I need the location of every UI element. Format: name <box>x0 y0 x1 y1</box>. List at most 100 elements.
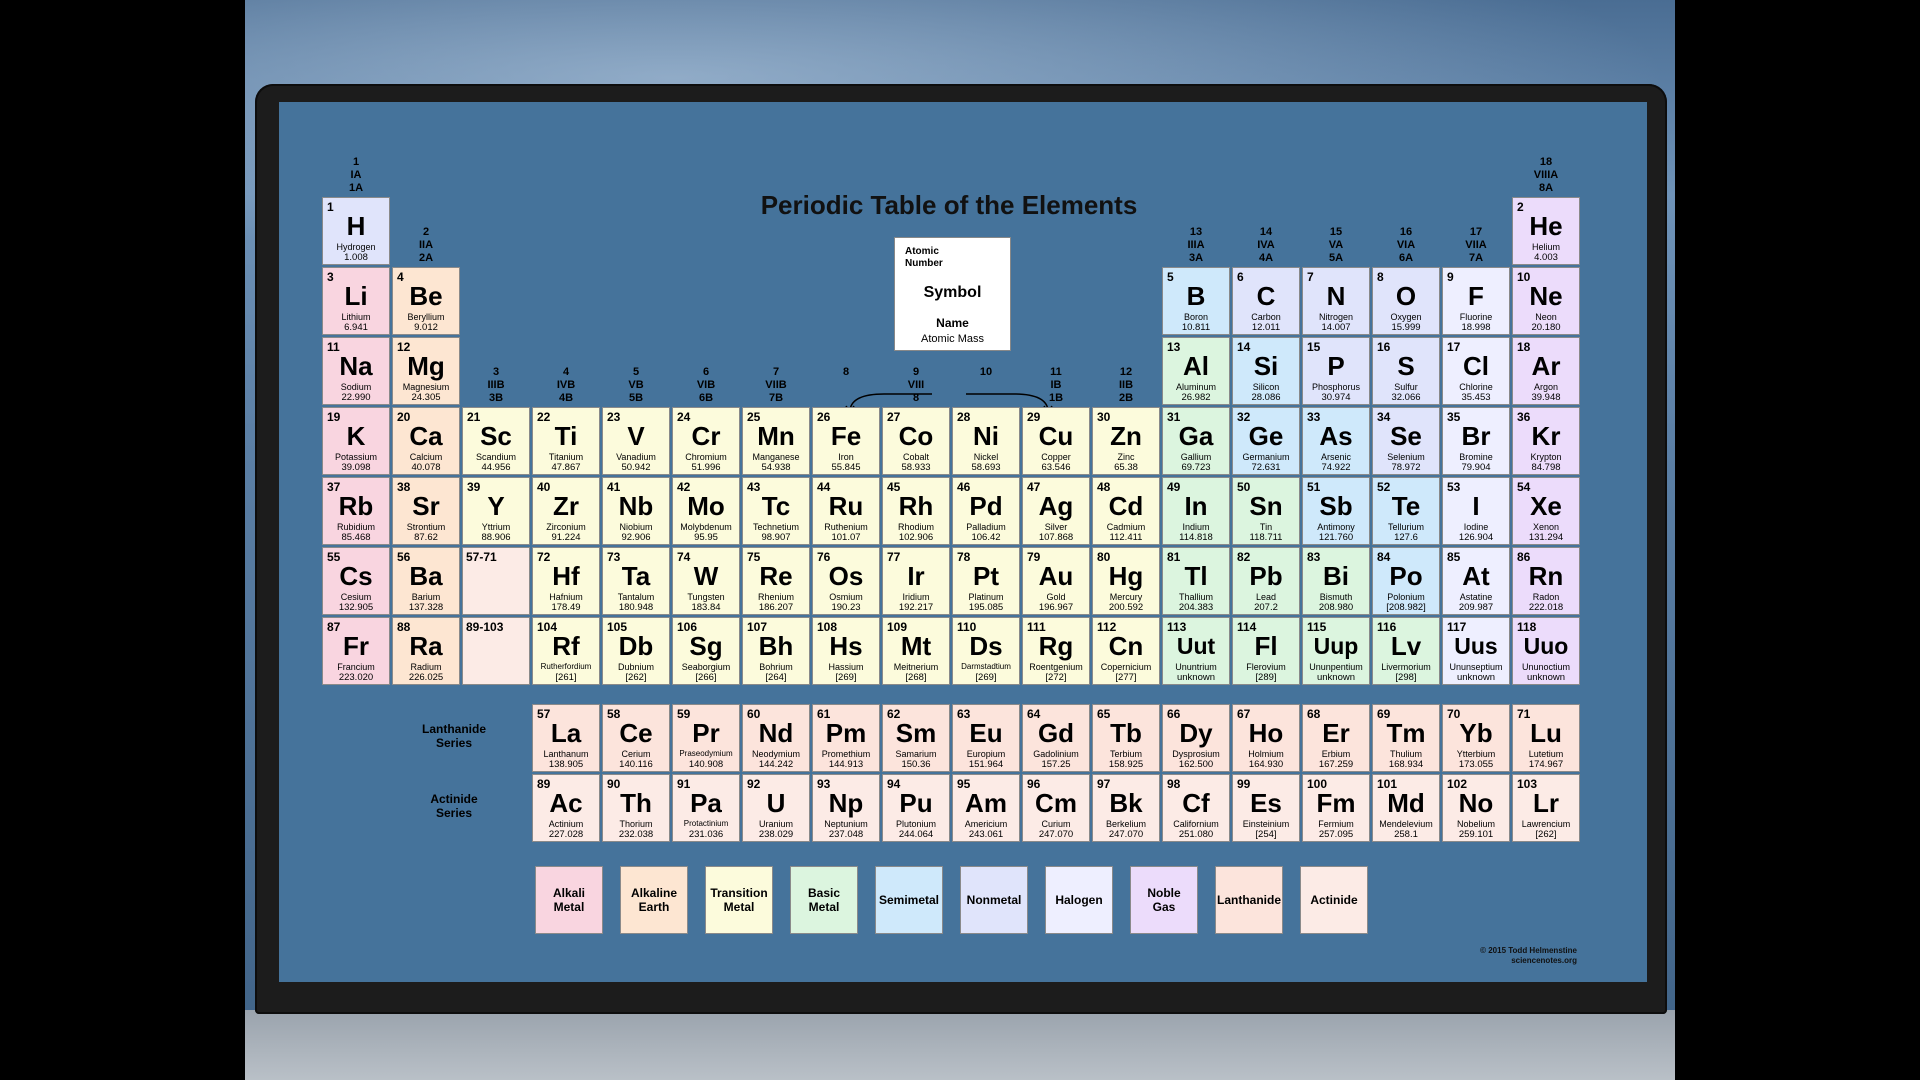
element-cell[interactable]: 37 Rb Rubidium 85.468 <box>322 477 390 545</box>
element-cell[interactable]: 76 Os Osmium 190.23 <box>812 547 880 615</box>
element-cell[interactable]: 86 Rn Radon 222.018 <box>1512 547 1580 615</box>
element-cell[interactable]: 70 Yb Ytterbium 173.055 <box>1442 704 1510 772</box>
element-cell[interactable]: 73 Ta Tantalum 180.948 <box>602 547 670 615</box>
element-cell[interactable]: 108 Hs Hassium [269] <box>812 617 880 685</box>
element-cell[interactable]: 63 Eu Europium 151.964 <box>952 704 1020 772</box>
element-cell[interactable]: 12 Mg Magnesium 24.305 <box>392 337 460 405</box>
element-cell[interactable]: 11 Na Sodium 22.990 <box>322 337 390 405</box>
element-cell[interactable]: 65 Tb Terbium 158.925 <box>1092 704 1160 772</box>
element-cell[interactable]: 72 Hf Hafnium 178.49 <box>532 547 600 615</box>
element-cell[interactable]: 80 Hg Mercury 200.592 <box>1092 547 1160 615</box>
element-cell[interactable]: 23 V Vanadium 50.942 <box>602 407 670 475</box>
element-cell[interactable]: 100 Fm Fermium 257.095 <box>1302 774 1370 842</box>
element-cell[interactable]: 20 Ca Calcium 40.078 <box>392 407 460 475</box>
element-cell[interactable]: 64 Gd Gadolinium 157.25 <box>1022 704 1090 772</box>
element-cell[interactable]: 98 Cf Californium 251.080 <box>1162 774 1230 842</box>
element-cell[interactable]: 82 Pb Lead 207.2 <box>1232 547 1300 615</box>
element-cell[interactable]: 109 Mt Meitnerium [268] <box>882 617 950 685</box>
element-cell[interactable]: 88 Ra Radium 226.025 <box>392 617 460 685</box>
element-cell[interactable]: 102 No Nobelium 259.101 <box>1442 774 1510 842</box>
element-cell[interactable]: 75 Re Rhenium 186.207 <box>742 547 810 615</box>
element-cell[interactable]: 46 Pd Palladium 106.42 <box>952 477 1020 545</box>
element-cell[interactable]: 26 Fe Iron 55.845 <box>812 407 880 475</box>
element-cell[interactable]: 78 Pt Platinum 195.085 <box>952 547 1020 615</box>
element-cell[interactable]: 35 Br Bromine 79.904 <box>1442 407 1510 475</box>
element-cell[interactable]: 118 Uuo Ununoctium unknown <box>1512 617 1580 685</box>
element-cell[interactable]: 41 Nb Niobium 92.906 <box>602 477 670 545</box>
element-cell[interactable]: 25 Mn Manganese 54.938 <box>742 407 810 475</box>
element-cell[interactable]: 106 Sg Seaborgium [266] <box>672 617 740 685</box>
element-cell[interactable]: 47 Ag Silver 107.868 <box>1022 477 1090 545</box>
element-cell[interactable]: 8 O Oxygen 15.999 <box>1372 267 1440 335</box>
element-cell[interactable]: 60 Nd Neodymium 144.242 <box>742 704 810 772</box>
element-cell[interactable]: 27 Co Cobalt 58.933 <box>882 407 950 475</box>
element-cell[interactable]: 43 Tc Technetium 98.907 <box>742 477 810 545</box>
element-cell[interactable]: 84 Po Polonium [208.982] <box>1372 547 1440 615</box>
element-cell[interactable]: 48 Cd Cadmium 112.411 <box>1092 477 1160 545</box>
element-cell[interactable]: 4 Be Beryllium 9.012 <box>392 267 460 335</box>
element-cell[interactable]: 69 Tm Thulium 168.934 <box>1372 704 1440 772</box>
element-cell[interactable]: 14 Si Silicon 28.086 <box>1232 337 1300 405</box>
element-cell[interactable]: 1 H Hydrogen 1.008 <box>322 197 390 265</box>
element-cell[interactable]: 89 Ac Actinium 227.028 <box>532 774 600 842</box>
element-cell[interactable]: 19 K Potassium 39.098 <box>322 407 390 475</box>
element-cell[interactable]: 40 Zr Zirconium 91.224 <box>532 477 600 545</box>
element-cell[interactable]: 3 Li Lithium 6.941 <box>322 267 390 335</box>
element-cell[interactable]: 83 Bi Bismuth 208.980 <box>1302 547 1370 615</box>
element-cell[interactable]: 7 N Nitrogen 14.007 <box>1302 267 1370 335</box>
element-cell[interactable]: 104 Rf Rutherfordium [261] <box>532 617 600 685</box>
element-cell[interactable]: 111 Rg Roentgenium [272] <box>1022 617 1090 685</box>
element-cell[interactable]: 9 F Fluorine 18.998 <box>1442 267 1510 335</box>
element-cell[interactable]: 67 Ho Holmium 164.930 <box>1232 704 1300 772</box>
element-cell[interactable]: 36 Kr Krypton 84.798 <box>1512 407 1580 475</box>
element-cell[interactable]: 79 Au Gold 196.967 <box>1022 547 1090 615</box>
element-cell[interactable]: 113 Uut Ununtrium unknown <box>1162 617 1230 685</box>
element-cell[interactable]: 101 Md Mendelevium 258.1 <box>1372 774 1440 842</box>
element-cell[interactable]: 62 Sm Samarium 150.36 <box>882 704 950 772</box>
element-cell[interactable]: 49 In Indium 114.818 <box>1162 477 1230 545</box>
element-cell[interactable]: 32 Ge Germanium 72.631 <box>1232 407 1300 475</box>
element-cell[interactable]: 117 Uus Ununseptium unknown <box>1442 617 1510 685</box>
element-cell[interactable]: 81 Tl Thallium 204.383 <box>1162 547 1230 615</box>
element-cell[interactable]: 59 Pr Praseodymium 140.908 <box>672 704 740 772</box>
element-cell[interactable]: 71 Lu Lutetium 174.967 <box>1512 704 1580 772</box>
element-cell[interactable]: 66 Dy Dysprosium 162.500 <box>1162 704 1230 772</box>
element-cell[interactable]: 87 Fr Francium 223.020 <box>322 617 390 685</box>
element-cell[interactable]: 96 Cm Curium 247.070 <box>1022 774 1090 842</box>
element-cell[interactable]: 74 W Tungsten 183.84 <box>672 547 740 615</box>
element-cell[interactable]: 54 Xe Xenon 131.294 <box>1512 477 1580 545</box>
element-cell[interactable]: 42 Mo Molybdenum 95.95 <box>672 477 740 545</box>
element-cell[interactable]: 92 U Uranium 238.029 <box>742 774 810 842</box>
element-cell[interactable]: 33 As Arsenic 74.922 <box>1302 407 1370 475</box>
element-cell[interactable]: 21 Sc Scandium 44.956 <box>462 407 530 475</box>
element-cell[interactable]: 6 C Carbon 12.011 <box>1232 267 1300 335</box>
element-cell[interactable]: 18 Ar Argon 39.948 <box>1512 337 1580 405</box>
element-cell[interactable]: 114 Fl Flerovium [289] <box>1232 617 1300 685</box>
element-cell[interactable]: 105 Db Dubnium [262] <box>602 617 670 685</box>
element-cell[interactable]: 97 Bk Berkelium 247.070 <box>1092 774 1160 842</box>
element-cell[interactable]: 31 Ga Gallium 69.723 <box>1162 407 1230 475</box>
element-cell[interactable]: 53 I Iodine 126.904 <box>1442 477 1510 545</box>
element-cell[interactable]: 50 Sn Tin 118.711 <box>1232 477 1300 545</box>
element-cell[interactable]: 52 Te Tellurium 127.6 <box>1372 477 1440 545</box>
element-cell[interactable]: 22 Ti Titanium 47.867 <box>532 407 600 475</box>
element-cell[interactable]: 39 Y Yttrium 88.906 <box>462 477 530 545</box>
element-cell[interactable]: 16 S Sulfur 32.066 <box>1372 337 1440 405</box>
element-cell[interactable]: 91 Pa Protactinium 231.036 <box>672 774 740 842</box>
element-cell[interactable]: 90 Th Thorium 232.038 <box>602 774 670 842</box>
element-cell[interactable]: 95 Am Americium 243.061 <box>952 774 1020 842</box>
element-cell[interactable]: 61 Pm Promethium 144.913 <box>812 704 880 772</box>
element-cell[interactable]: 10 Ne Neon 20.180 <box>1512 267 1580 335</box>
element-cell[interactable]: 94 Pu Plutonium 244.064 <box>882 774 950 842</box>
element-cell[interactable]: 68 Er Erbium 167.259 <box>1302 704 1370 772</box>
element-cell[interactable]: 13 Al Aluminum 26.982 <box>1162 337 1230 405</box>
element-cell[interactable]: 99 Es Einsteinium [254] <box>1232 774 1300 842</box>
element-cell[interactable]: 57 La Lanthanum 138.905 <box>532 704 600 772</box>
element-cell[interactable]: 112 Cn Copernicium [277] <box>1092 617 1160 685</box>
element-cell[interactable]: 15 P Phosphorus 30.974 <box>1302 337 1370 405</box>
element-cell[interactable]: 28 Ni Nickel 58.693 <box>952 407 1020 475</box>
element-cell[interactable]: 85 At Astatine 209.987 <box>1442 547 1510 615</box>
element-cell[interactable]: 56 Ba Barium 137.328 <box>392 547 460 615</box>
element-cell[interactable]: 45 Rh Rhodium 102.906 <box>882 477 950 545</box>
element-cell[interactable]: 5 B Boron 10.811 <box>1162 267 1230 335</box>
